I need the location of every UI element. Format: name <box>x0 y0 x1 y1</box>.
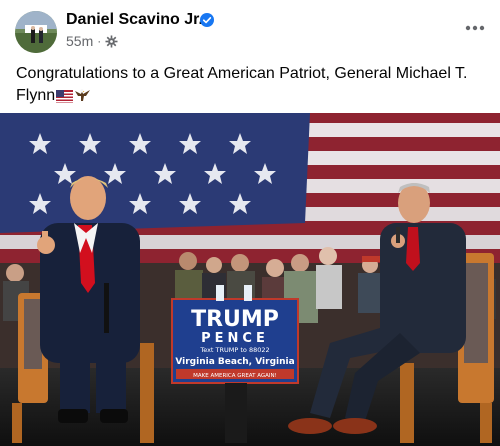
avatar-image <box>15 11 57 53</box>
verified-badge-icon <box>200 13 214 27</box>
meta-separator: · <box>97 34 102 48</box>
more-options-icon[interactable] <box>464 18 486 38</box>
sign-line-3: Text TRUMP to 88022 <box>199 346 269 354</box>
avatar[interactable] <box>15 11 57 53</box>
post-photo[interactable]: TRUMP PENCE Text TRUMP to 88022 Virginia… <box>0 113 500 446</box>
eagle-icon <box>74 88 91 110</box>
sign-line-5: MAKE AMERICA GREAT AGAIN! <box>193 373 277 379</box>
sign-line-1: TRUMP <box>191 307 279 332</box>
post-meta: 55m · <box>66 33 118 49</box>
sign-line-2: PENCE <box>201 331 269 346</box>
post-timestamp[interactable]: 55m <box>66 33 93 49</box>
post-text: Congratulations to a Great American Patr… <box>16 63 486 110</box>
us-flag-icon <box>56 88 74 110</box>
sign-line-4: Virginia Beach, Virginia <box>175 357 294 367</box>
post-header: Daniel Scavino Jr. 55m · <box>0 0 500 58</box>
photo-scene: TRUMP PENCE Text TRUMP to 88022 Virginia… <box>0 113 500 446</box>
public-gear-icon[interactable] <box>105 34 118 48</box>
author-name[interactable]: Daniel Scavino Jr. <box>66 11 203 29</box>
